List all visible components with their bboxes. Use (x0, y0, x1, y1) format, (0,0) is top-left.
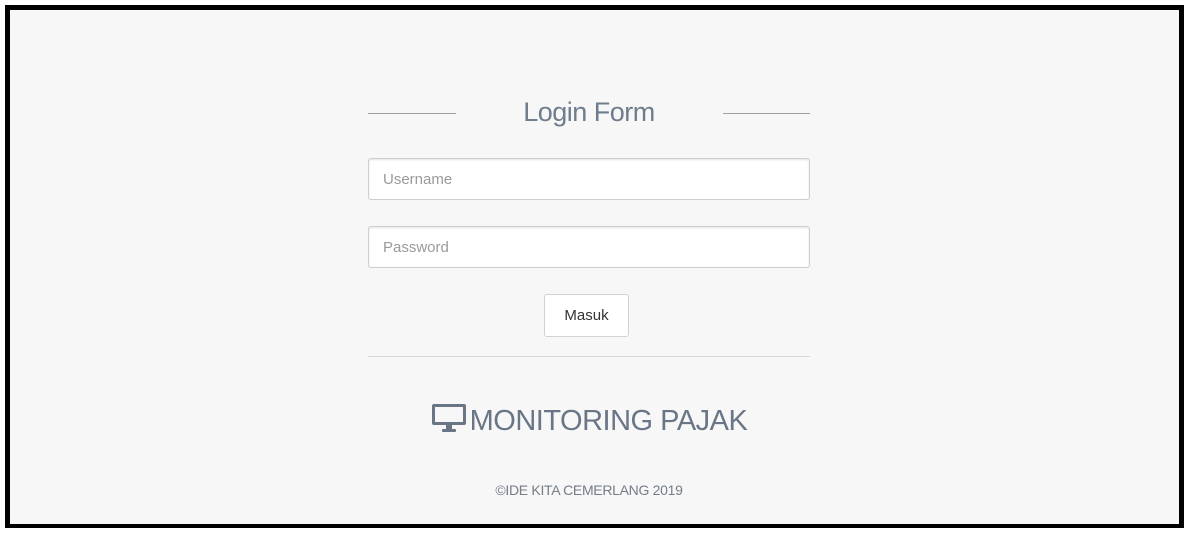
page-frame: Login Form Masuk MONITORING PAJAK ©IDE K… (5, 5, 1184, 528)
copyright-text: ©IDE KITA CEMERLANG 2019 (495, 482, 683, 498)
title-divider-right (723, 113, 810, 114)
monitor-icon (431, 403, 467, 441)
brand-block: MONITORING PAJAK (368, 403, 810, 441)
username-input[interactable] (368, 158, 810, 200)
form-title-row: Login Form (368, 93, 810, 133)
login-button[interactable]: Masuk (544, 294, 629, 337)
password-input[interactable] (368, 226, 810, 268)
form-separator (368, 356, 810, 357)
brand-name: MONITORING PAJAK (469, 405, 748, 437)
